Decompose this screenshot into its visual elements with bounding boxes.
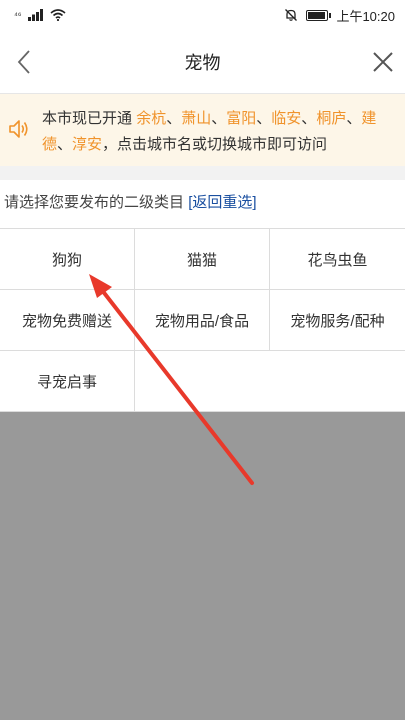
clock: 上午10:20 <box>336 8 395 24</box>
chevron-left-icon <box>17 50 30 74</box>
status-bar: ⁴⁶ 上午10:20 <box>0 0 405 30</box>
speaker-icon <box>9 120 28 138</box>
city-link-fuyang[interactable]: 富阳 <box>226 110 256 127</box>
category-free-pet-giveaway[interactable]: 宠物免费赠送 <box>0 290 135 350</box>
city-link-yuhang[interactable]: 余杭 <box>136 110 166 127</box>
status-left: ⁴⁶ <box>14 9 66 21</box>
carrier-label: ⁴⁶ <box>14 10 22 20</box>
notice-suffix: ，点击城市名或切换城市即可访问 <box>102 136 328 153</box>
grid-row: 宠物免费赠送 宠物用品/食品 宠物服务/配种 <box>0 290 405 351</box>
battery-icon <box>306 9 332 21</box>
section-divider <box>0 166 405 180</box>
category-dogs[interactable]: 狗狗 <box>0 229 135 289</box>
city-notice: 本市现已开通 余杭、萧山、富阳、临安、桐庐、建德、淳安，点击城市名或切换城市即可… <box>0 94 405 166</box>
wifi-icon <box>50 9 66 21</box>
category-pet-supplies-food[interactable]: 宠物用品/食品 <box>135 290 270 350</box>
city-link-tonglu[interactable]: 桐庐 <box>316 110 346 127</box>
city-link-xiaoshan[interactable]: 萧山 <box>181 110 211 127</box>
category-grid: 狗狗 猫猫 花鸟虫鱼 宠物免费赠送 宠物用品/食品 宠物服务/配种 寻宠启事 <box>0 228 405 412</box>
grid-empty-cell <box>135 351 270 411</box>
signal-icon <box>27 9 43 21</box>
city-link-linan[interactable]: 临安 <box>271 110 301 127</box>
notice-prefix: 本市现已开通 <box>42 110 133 127</box>
category-lost-pet-notice[interactable]: 寻宠启事 <box>0 351 135 411</box>
page-title: 宠物 <box>184 52 221 73</box>
nav-bar: 宠物 <box>0 30 405 94</box>
status-right: 上午10:20 <box>284 6 395 25</box>
category-pet-services-breeding[interactable]: 宠物服务/配种 <box>270 290 405 350</box>
close-icon <box>373 52 393 72</box>
reset-link[interactable]: [返回重选] <box>188 194 256 211</box>
category-prompt: 请选择您要发布的二级类目 [返回重选] <box>0 180 405 228</box>
back-button[interactable] <box>8 46 40 78</box>
city-link-chunan[interactable]: 淳安 <box>72 136 102 153</box>
grid-row: 寻宠启事 <box>0 351 405 412</box>
grid-empty-cell <box>270 351 405 411</box>
gray-overlay <box>0 412 405 720</box>
prompt-text: 请选择您要发布的二级类目 <box>4 194 185 211</box>
category-flowers-birds-insects-fish[interactable]: 花鸟虫鱼 <box>270 229 405 289</box>
category-cats[interactable]: 猫猫 <box>135 229 270 289</box>
close-button[interactable] <box>367 46 399 78</box>
mute-bell-icon <box>285 9 298 21</box>
grid-row: 狗狗 猫猫 花鸟虫鱼 <box>0 229 405 290</box>
